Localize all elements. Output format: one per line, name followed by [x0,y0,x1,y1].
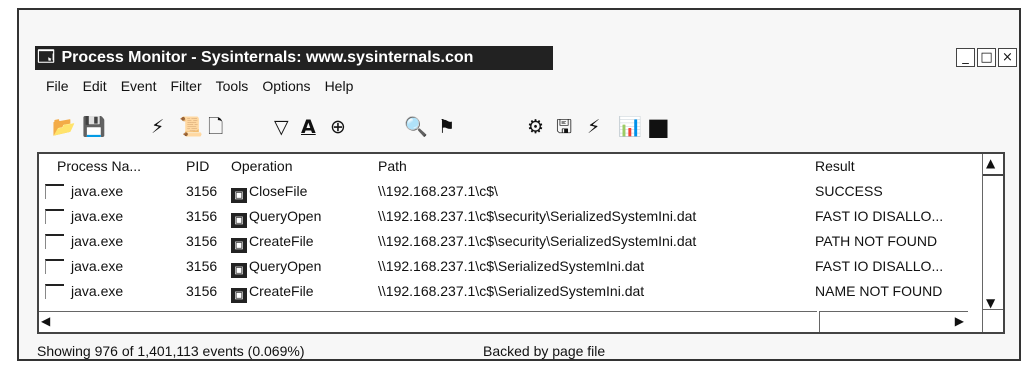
scroll-right-arrow-icon[interactable]: ▶ [955,314,964,328]
table-row[interactable]: java.exe 3156 ▣ CreateFile \\192.168.237.… [39,229,983,254]
network-icon[interactable]: ⊕ [330,114,346,140]
save-icon[interactable]: 💾 [82,114,106,140]
minimize-button[interactable]: _ [956,48,975,67]
filesystem-operation-icon: ▣ [231,213,247,228]
cell-result: SUCCESS [815,183,883,199]
event-list[interactable]: Process Na... PID Operation Path Result … [37,152,1005,334]
process-activity-icon[interactable]: ⚡ [587,114,600,140]
filesystem-operation-icon: ▣ [231,238,247,253]
column-headers: Process Na... PID Operation Path Result [39,154,983,176]
cell-path: \\192.168.237.1\c$\ [378,183,498,199]
cell-pid: 3156 [186,283,218,299]
title-bar[interactable]: 🗔 Process Monitor - Sysinternals: www.sy… [35,46,553,70]
maximize-button[interactable]: □ [977,48,996,67]
cell-result: PATH NOT FOUND [815,233,938,249]
cell-path: \\192.168.237.1\c$\security\SerializedSy… [378,208,697,224]
operation-label: CreateFile [249,233,314,249]
column-result[interactable]: Result [815,158,855,174]
process-icon [45,259,64,274]
cell-result: FAST IO DISALLO... [815,258,944,274]
horizontal-scrollbar-right[interactable]: ▶ [819,311,968,332]
cell-process: java.exe [71,283,124,299]
column-process-name[interactable]: Process Na... [57,158,141,174]
cell-pid: 3156 [186,183,218,199]
table-row[interactable]: java.exe 3156 ▣ QueryOpen \\192.168.237.1… [39,254,983,279]
clear-icon[interactable]: 🗋 [208,114,223,140]
menu-tools[interactable]: Tools [216,78,249,94]
filesystem-operation-icon: ▣ [231,288,247,303]
menu-edit[interactable]: Edit [83,78,107,94]
menu-bar: File Edit Event Filter Tools Options Hel… [46,78,353,94]
scroll-left-arrow-icon[interactable]: ◀ [41,314,50,328]
table-row[interactable]: java.exe 3156 ▣ CreateFile \\192.168.237.… [39,279,983,304]
cell-result: NAME NOT FOUND [815,283,943,299]
menu-options[interactable]: Options [262,78,310,94]
column-operation[interactable]: Operation [231,158,292,174]
cell-pid: 3156 [186,258,218,274]
autoscroll-icon[interactable]: 📜 [179,114,203,140]
filesystem-operation-icon: ▣ [231,188,247,203]
status-event-count: Showing 976 of 1,401,113 events (0.069%) [37,343,305,359]
menu-file[interactable]: File [46,78,69,94]
cell-process: java.exe [71,183,124,199]
scroll-thumb[interactable] [983,174,1003,176]
filter-icon[interactable]: ▽ [274,114,289,140]
column-pid[interactable]: PID [186,158,209,174]
find-icon[interactable]: 🔍 [404,114,428,140]
cell-result: FAST IO DISALLO... [815,208,944,224]
cell-operation: ▣ CreateFile [231,283,314,303]
table-row[interactable]: java.exe 3156 ▣ QueryOpen \\192.168.237.1… [39,204,983,229]
cell-path: \\192.168.237.1\c$\SerializedSystemIni.d… [378,258,645,274]
window-title: Process Monitor - Sysinternals: www.sysi… [61,49,474,66]
process-icon [45,209,64,224]
capture-icon[interactable]: ⚡ [151,114,164,140]
vertical-scrollbar[interactable]: ▲ ▼ [982,154,1003,312]
cell-operation: ▣ QueryOpen [231,258,321,278]
filesystem-operation-icon: ▣ [231,263,247,278]
cell-path: \\192.168.237.1\c$\SerializedSystemIni.d… [378,283,645,299]
highlight-icon[interactable]: A [301,114,316,140]
cell-operation: ▣ CreateFile [231,233,314,253]
cell-process: java.exe [71,208,124,224]
status-backing: Backed by page file [483,343,606,359]
menu-filter[interactable]: Filter [171,78,202,94]
menu-help[interactable]: Help [325,78,354,94]
operation-label: QueryOpen [249,208,322,224]
black-square-icon[interactable]: ■ [647,114,670,140]
open-icon[interactable]: 📂 [52,114,76,140]
cell-process: java.exe [71,233,124,249]
cell-process: java.exe [71,258,124,274]
profiling-icon[interactable]: 📊 [618,114,642,140]
jump-icon[interactable]: ⚑ [438,114,455,140]
process-icon [45,184,64,199]
filesystem-icon[interactable]: 🖫 [556,114,572,140]
process-icon [45,284,64,299]
close-button[interactable]: × [998,48,1017,67]
table-row[interactable]: java.exe 3156 ▣ CloseFile \\192.168.237.1… [39,179,983,204]
menu-event[interactable]: Event [121,78,157,94]
cell-pid: 3156 [186,233,218,249]
operation-label: QueryOpen [249,258,322,274]
cell-pid: 3156 [186,208,218,224]
registry-icon[interactable]: ⚙ [527,114,544,140]
cell-operation: ▣ QueryOpen [231,208,321,228]
window-controls: _ □ × [956,48,1017,68]
scrollbar-corner [982,309,1003,332]
operation-label: CloseFile [249,183,308,199]
cell-path: \\192.168.237.1\c$\security\SerializedSy… [378,233,697,249]
process-icon [45,234,64,249]
horizontal-scrollbar[interactable]: ◀ [39,311,817,332]
cell-operation: ▣ CloseFile [231,183,307,203]
operation-label: CreateFile [249,283,314,299]
column-path[interactable]: Path [378,158,407,174]
scroll-down-arrow-icon[interactable]: ▼ [986,296,995,310]
scroll-up-arrow-icon[interactable]: ▲ [986,156,995,170]
process-monitor-app-icon: 🗔 [37,49,55,66]
